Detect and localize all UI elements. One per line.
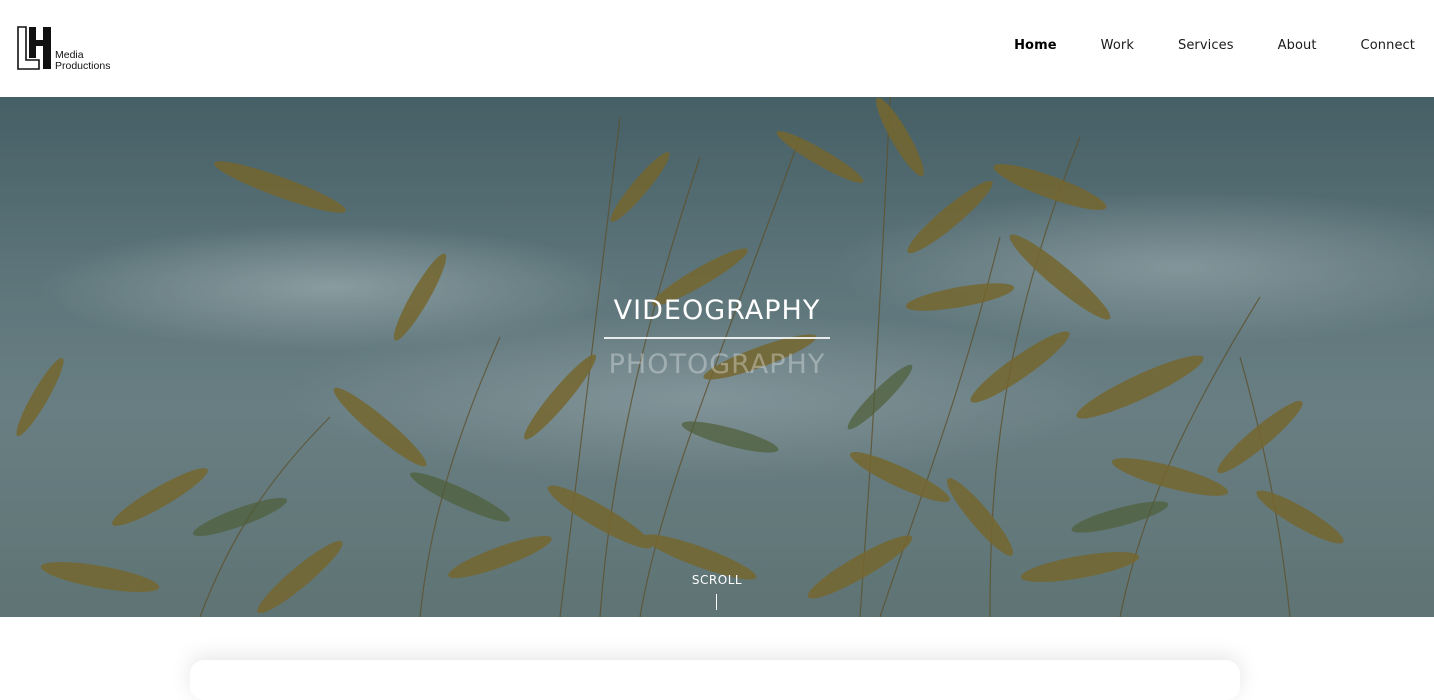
nav-services-link[interactable]: Services xyxy=(1178,38,1234,53)
scroll-line-icon xyxy=(716,594,717,610)
brand-line-productions: Productions xyxy=(55,59,111,72)
nav-home-link[interactable]: Home xyxy=(1014,38,1057,53)
lh-monogram-icon xyxy=(17,26,51,70)
hero-title: VIDEOGRAPHY xyxy=(613,295,821,326)
hero-subtitle: PHOTOGRAPHY xyxy=(608,349,826,380)
brand-logo[interactable]: Media Productions xyxy=(17,26,127,72)
hero-divider xyxy=(604,337,830,339)
brand-line-media: Media xyxy=(55,49,84,61)
nav-connect-link[interactable]: Connect xyxy=(1361,38,1415,53)
main-nav: Home Work Services About Connect xyxy=(1014,38,1415,53)
nav-about-link[interactable]: About xyxy=(1278,38,1317,53)
brand-name: Media Productions xyxy=(55,50,110,71)
nav-work-link[interactable]: Work xyxy=(1101,38,1134,53)
hero-video-banner: VIDEOGRAPHY PHOTOGRAPHY SCROLL xyxy=(0,97,1434,617)
scroll-indicator[interactable]: SCROLL xyxy=(0,573,1434,587)
content-card xyxy=(190,660,1240,700)
site-header: Media Productions Home Work Services Abo… xyxy=(0,0,1434,97)
